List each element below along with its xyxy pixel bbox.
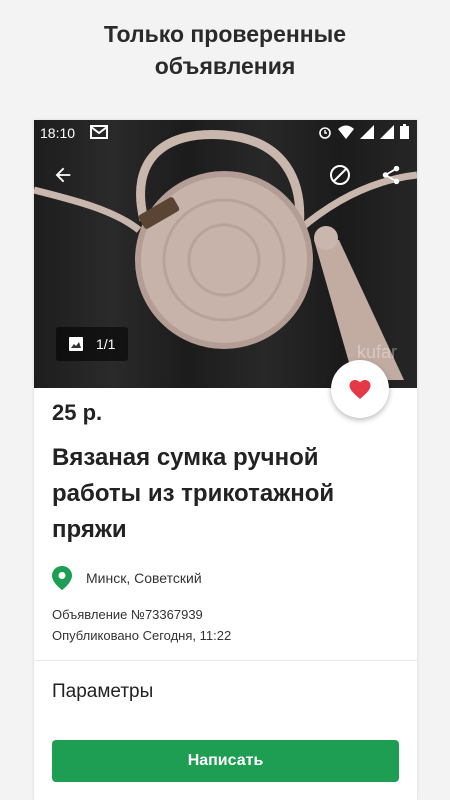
listing-location[interactable]: Минск, Советский <box>52 566 202 590</box>
location-pin-icon <box>52 566 74 590</box>
parameters-heading: Параметры <box>52 681 154 702</box>
mail-icon <box>90 124 108 143</box>
divider <box>34 660 417 661</box>
signal-icon <box>360 124 374 139</box>
app-screen: 18:10 1/1 kufar 25 р. Вязаная сумка ручн… <box>34 120 417 800</box>
favorite-button[interactable] <box>331 360 389 418</box>
back-button[interactable] <box>48 160 78 190</box>
status-time: 18:10 <box>40 125 76 141</box>
published-date: Опубликовано Сегодня, 11:22 <box>52 628 232 643</box>
share-button[interactable] <box>376 160 406 190</box>
battery-icon <box>400 124 409 139</box>
share-icon <box>382 165 400 185</box>
heart-icon <box>349 380 371 399</box>
listing-photo[interactable]: 18:10 1/1 kufar <box>34 120 417 388</box>
back-arrow-icon <box>55 167 71 183</box>
signal-icon <box>380 124 394 139</box>
photo-counter-text: 1/1 <box>96 336 116 352</box>
ad-number: Объявление №73367939 <box>52 607 203 622</box>
status-icons <box>318 124 409 139</box>
wifi-icon <box>338 125 354 139</box>
listing-meta: Объявление №73367939 Опубликовано Сегодн… <box>52 604 231 646</box>
alarm-icon <box>319 126 331 139</box>
photo-counter: 1/1 <box>56 327 128 361</box>
status-bar: 18:10 <box>34 120 417 146</box>
image-icon <box>68 336 84 352</box>
promo-headline: Только проверенные объявления <box>103 21 347 79</box>
block-button[interactable] <box>325 160 355 190</box>
write-button[interactable]: Написать <box>52 740 399 782</box>
listing-price: 25 р. <box>52 400 103 425</box>
block-icon <box>330 165 350 185</box>
location-text: Минск, Советский <box>86 570 202 586</box>
listing-title: Вязаная сумка ручной работы из трикотажн… <box>52 444 335 543</box>
